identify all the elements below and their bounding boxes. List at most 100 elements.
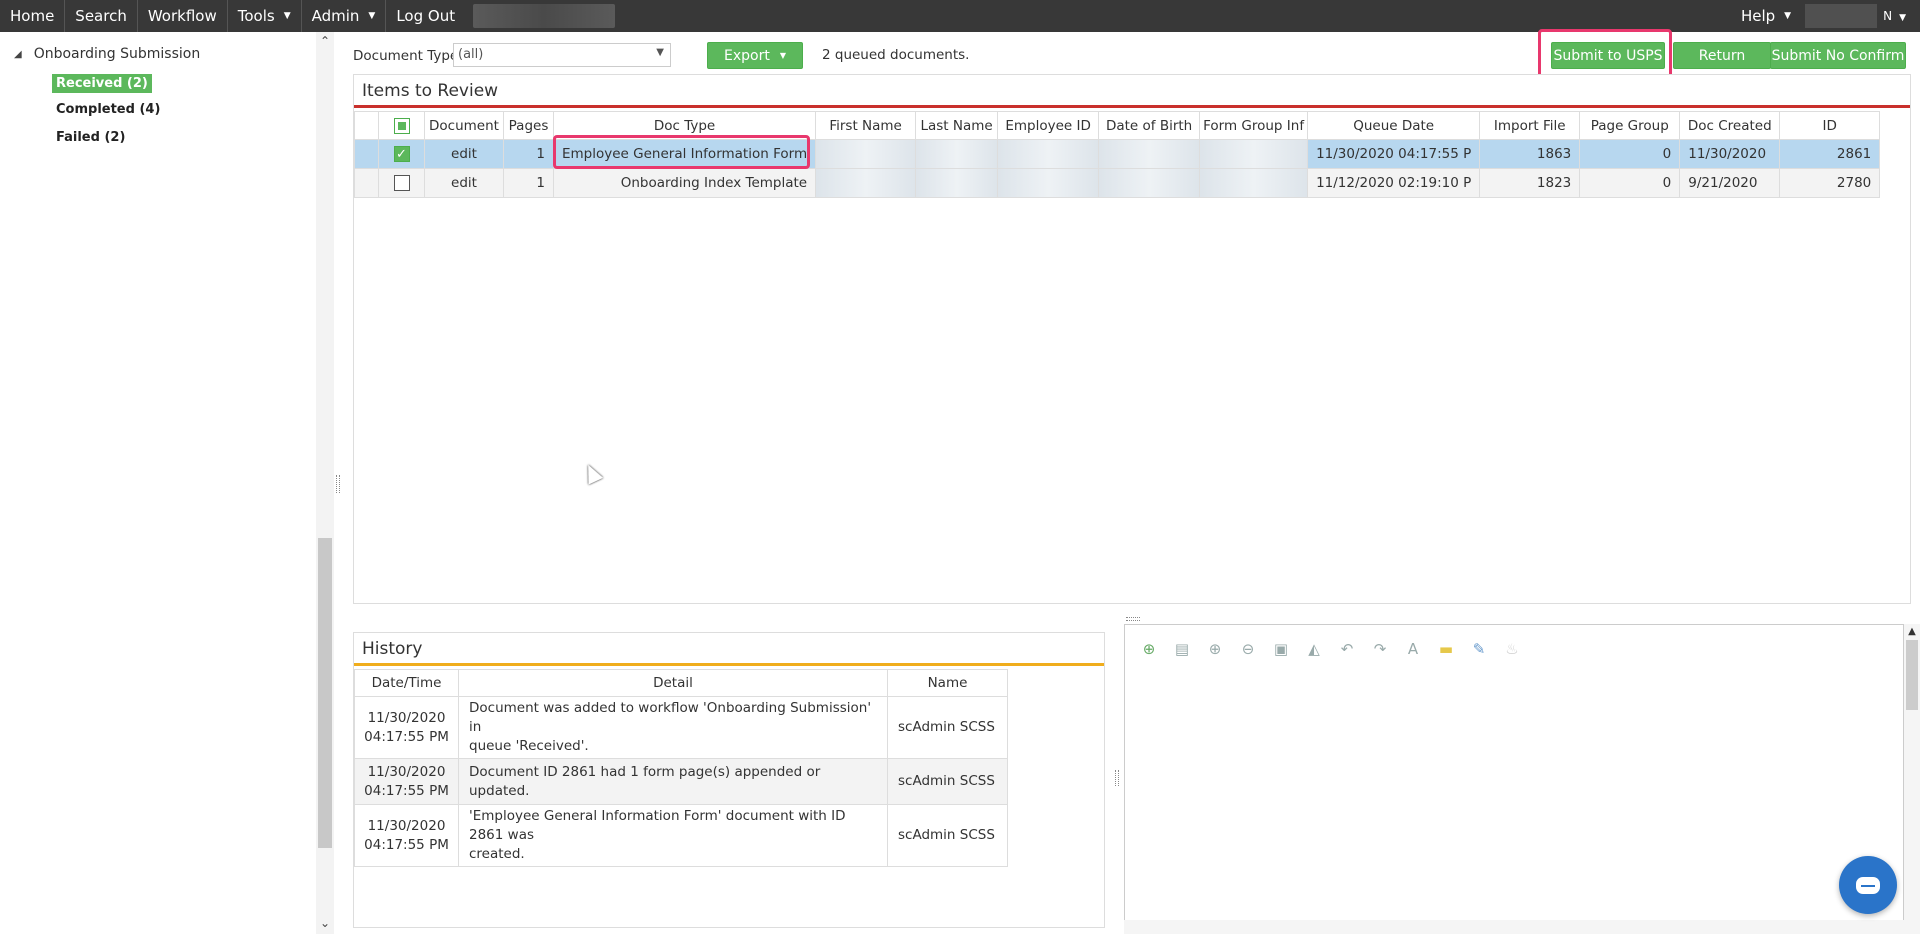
edit-link[interactable]: edit bbox=[424, 139, 504, 169]
doc-type-select[interactable]: (all) ▼ bbox=[453, 43, 671, 67]
submit-no-confirm-button[interactable]: Submit No Confirm bbox=[1770, 42, 1906, 69]
select-all-checkbox[interactable] bbox=[393, 117, 410, 134]
tree-node-onboarding-submission[interactable]: ◢ Onboarding Submission bbox=[14, 46, 200, 62]
items-title-rule bbox=[354, 105, 1910, 108]
history-time: 04:17:55 PM bbox=[364, 728, 449, 745]
tree-node-label: Onboarding Submission bbox=[33, 46, 201, 62]
table-row[interactable]: ✓ edit 1 Employee General Information Fo… bbox=[354, 139, 1881, 169]
row-handle-header bbox=[354, 111, 379, 140]
col-header-import-file[interactable]: Import File bbox=[1479, 111, 1581, 140]
submit-to-usps-button[interactable]: Submit to USPS bbox=[1551, 42, 1665, 69]
page-group-cell: 0 bbox=[1579, 168, 1681, 198]
horizontal-splitter-handle[interactable] bbox=[1126, 617, 1140, 621]
select-all-header[interactable] bbox=[378, 111, 425, 140]
row-select-cell[interactable] bbox=[378, 168, 425, 198]
scroll-up-icon[interactable]: ⌃ bbox=[316, 34, 334, 48]
fit-icon[interactable]: ▣ bbox=[1269, 637, 1293, 661]
burn-icon[interactable]: ♨ bbox=[1500, 637, 1524, 661]
flip-horizontal-icon[interactable]: ◭ bbox=[1302, 637, 1326, 661]
scroll-up-icon[interactable]: ▲ bbox=[1904, 626, 1920, 637]
nav-right-group: Help ▼ N ▼ bbox=[1731, 0, 1920, 32]
row-select-cell[interactable]: ✓ bbox=[378, 139, 425, 169]
col-header-detail[interactable]: Detail bbox=[458, 669, 888, 697]
text-annotation-icon[interactable]: A bbox=[1401, 637, 1425, 661]
history-name: scAdmin SCSS bbox=[887, 804, 1008, 867]
col-header-last-name[interactable]: Last Name bbox=[915, 111, 999, 140]
doc-created-cell: 9/21/2020 bbox=[1679, 168, 1781, 198]
history-viewer-splitter[interactable] bbox=[1115, 770, 1119, 786]
return-button[interactable]: Return bbox=[1673, 42, 1771, 69]
col-header-datetime[interactable]: Date/Time bbox=[354, 669, 459, 697]
col-header-doc-type[interactable]: Doc Type bbox=[552, 111, 817, 140]
queue-failed[interactable]: Failed (2) bbox=[52, 128, 129, 147]
col-header-id[interactable]: ID bbox=[1779, 111, 1881, 140]
nav-search[interactable]: Search bbox=[65, 0, 138, 32]
history-detail-line: queue 'Received'. bbox=[469, 738, 589, 754]
edit-link[interactable]: edit bbox=[424, 168, 504, 198]
redact-icon[interactable]: ✎ bbox=[1467, 637, 1491, 661]
nav-tools[interactable]: Tools ▼ bbox=[228, 0, 302, 32]
redacted-date-of-birth bbox=[1098, 139, 1201, 169]
viewer-horizontal-scrollbar[interactable] bbox=[1124, 920, 1904, 934]
nav-home[interactable]: Home bbox=[0, 0, 66, 32]
dropdown-arrow-icon: ▼ bbox=[656, 47, 664, 58]
table-row[interactable]: edit 1 Onboarding Index Template 11/12/2… bbox=[354, 168, 1881, 198]
redacted-form-group bbox=[1199, 139, 1309, 169]
rotate-left-icon[interactable]: ↶ bbox=[1335, 637, 1359, 661]
sticky-note-icon[interactable]: ▬ bbox=[1434, 637, 1458, 661]
history-datetime: 11/30/2020 04:17:55 PM bbox=[354, 804, 459, 867]
nav-admin-label: Admin bbox=[311, 7, 360, 25]
queue-completed[interactable]: Completed (4) bbox=[52, 100, 164, 119]
history-title-rule bbox=[354, 663, 1104, 666]
queue-received[interactable]: Received (2) bbox=[52, 74, 152, 93]
sidebar-scrollbar[interactable]: ⌃ ⌄ bbox=[316, 32, 334, 934]
nav-admin[interactable]: Admin ▼ bbox=[302, 0, 387, 32]
history-date: 11/30/2020 bbox=[367, 763, 446, 780]
history-time: 04:17:55 PM bbox=[364, 836, 449, 853]
col-header-first-name[interactable]: First Name bbox=[815, 111, 917, 140]
col-header-date-of-birth[interactable]: Date of Birth bbox=[1098, 111, 1201, 140]
import-file-cell: 1823 bbox=[1479, 168, 1581, 198]
col-header-doc-created[interactable]: Doc Created bbox=[1679, 111, 1781, 140]
col-header-document[interactable]: Document bbox=[424, 111, 504, 140]
expand-triangle-icon[interactable]: ◢ bbox=[14, 49, 22, 60]
col-header-pages[interactable]: Pages bbox=[503, 111, 554, 140]
page-group-cell: 0 bbox=[1579, 139, 1681, 169]
redacted-first-name bbox=[815, 168, 917, 198]
col-header-queue-date[interactable]: Queue Date bbox=[1307, 111, 1481, 140]
nav-help[interactable]: Help ▼ bbox=[1731, 0, 1805, 32]
export-button[interactable]: Export ▼ bbox=[707, 42, 803, 69]
zoom-out-icon[interactable]: ⊖ bbox=[1236, 637, 1260, 661]
history-datetime: 11/30/2020 04:17:55 PM bbox=[354, 758, 459, 805]
viewer-toolbar: ⊕ ▤ ⊕ ⊖ ▣ ◭ ↶ ↷ A ▬ ✎ ♨ bbox=[1137, 637, 1533, 661]
redacted-date-of-birth bbox=[1098, 168, 1201, 198]
col-header-page-group[interactable]: Page Group bbox=[1579, 111, 1681, 140]
doc-type-value: (all) bbox=[458, 47, 484, 62]
nav-workflow[interactable]: Workflow bbox=[138, 0, 228, 32]
vertical-splitter-handle[interactable] bbox=[336, 475, 340, 493]
chat-widget-button[interactable] bbox=[1839, 856, 1897, 914]
redacted-employee-id bbox=[997, 139, 1100, 169]
caret-down-icon: ▼ bbox=[1784, 11, 1792, 21]
add-page-icon[interactable]: ⊕ bbox=[1137, 637, 1161, 661]
col-header-form-group[interactable]: Form Group Inf bbox=[1199, 111, 1309, 140]
nav-logout[interactable]: Log Out bbox=[386, 0, 465, 32]
zoom-in-icon[interactable]: ⊕ bbox=[1203, 637, 1227, 661]
user-menu[interactable]: N ▼ bbox=[1883, 9, 1920, 23]
col-header-employee-id[interactable]: Employee ID bbox=[997, 111, 1100, 140]
history-detail: Document ID 2861 had 1 form page(s) appe… bbox=[458, 758, 888, 805]
caret-down-icon: ▼ bbox=[283, 11, 291, 21]
viewer-scroll-thumb[interactable] bbox=[1906, 640, 1918, 710]
redacted-field bbox=[473, 4, 616, 28]
viewer-vertical-scrollbar[interactable]: ▲ bbox=[1904, 624, 1920, 934]
scroll-down-icon[interactable]: ⌄ bbox=[316, 916, 334, 930]
row-checkbox-checked[interactable]: ✓ bbox=[393, 146, 410, 162]
rotate-right-icon[interactable]: ↷ bbox=[1368, 637, 1392, 661]
print-icon[interactable]: ▤ bbox=[1170, 637, 1194, 661]
history-date: 11/30/2020 bbox=[367, 817, 446, 834]
row-checkbox[interactable] bbox=[393, 175, 410, 191]
pages-cell: 1 bbox=[503, 168, 554, 198]
col-header-name[interactable]: Name bbox=[887, 669, 1008, 697]
history-datetime: 11/30/2020 04:17:55 PM bbox=[354, 696, 459, 759]
sidebar-scroll-thumb[interactable] bbox=[318, 538, 332, 848]
